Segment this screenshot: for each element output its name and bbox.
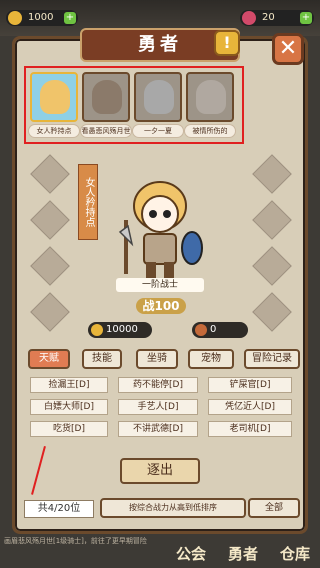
- hero-card-2[interactable]: [82, 72, 130, 122]
- hero-character: [118, 181, 203, 280]
- hero-other-value: 0: [210, 324, 217, 335]
- power-value: 100: [154, 299, 180, 313]
- hero-portrait: [196, 80, 226, 114]
- tab-pet[interactable]: 宠物: [188, 349, 234, 369]
- hero-portrait: [40, 80, 70, 114]
- hero-card-3[interactable]: [134, 72, 182, 122]
- nav-warehouse[interactable]: 仓库: [270, 540, 320, 568]
- coin-icon: [8, 11, 22, 25]
- skull-icon: [195, 324, 207, 336]
- gem-counter[interactable]: 20 +: [240, 10, 314, 26]
- hero-portrait: [144, 80, 174, 114]
- gold-value: 1000: [28, 12, 54, 23]
- tab-adventure-log[interactable]: 冒险记录: [244, 349, 300, 369]
- expel-button[interactable]: 逐出: [120, 458, 200, 484]
- news-ticker: 画眉悲风殇月世[1级骑士]，前往了更早期冒险: [4, 537, 147, 545]
- hero-name-label: 看愚悲风殇月世: [80, 124, 132, 138]
- hero-gold-stat: 10000: [88, 322, 152, 338]
- talent-item[interactable]: 吃货[D]: [30, 421, 108, 437]
- gold-counter[interactable]: 1000 +: [6, 10, 78, 26]
- talent-item[interactable]: 白嫖大师[D]: [30, 399, 108, 415]
- add-gem-button[interactable]: +: [300, 12, 312, 24]
- hero-portrait: [92, 80, 122, 114]
- talent-item[interactable]: 捡漏王[D]: [30, 377, 108, 393]
- hero-name-label: 被情所伤的: [184, 124, 236, 138]
- add-gold-button[interactable]: +: [64, 12, 76, 24]
- talent-item[interactable]: 药不能停[D]: [118, 377, 198, 393]
- hero-name-label: 女人矜持点: [28, 124, 80, 138]
- filter-button[interactable]: 全部: [248, 498, 300, 518]
- nav-guild[interactable]: 公会: [166, 540, 216, 568]
- help-button[interactable]: !: [214, 30, 240, 56]
- sort-button[interactable]: 按综合战力从高到低排序: [100, 498, 246, 518]
- tab-skill[interactable]: 技能: [82, 349, 122, 369]
- hero-power: 战100: [136, 298, 186, 314]
- tab-talent[interactable]: 天赋: [28, 349, 70, 369]
- hero-card-4[interactable]: [186, 72, 234, 122]
- close-button[interactable]: ✕: [272, 33, 304, 65]
- tab-mount[interactable]: 坐骑: [136, 349, 178, 369]
- talent-item[interactable]: 铲屎官[D]: [208, 377, 292, 393]
- gem-icon: [242, 11, 256, 25]
- power-label: 战: [142, 299, 155, 313]
- hero-rank-label: 一阶战士: [116, 278, 204, 292]
- hero-count: 共4/20位: [24, 500, 94, 518]
- gem-value: 20: [262, 12, 275, 23]
- hero-gold-value: 10000: [106, 324, 138, 335]
- talent-item[interactable]: 不讲武德[D]: [118, 421, 198, 437]
- talent-item[interactable]: 手艺人[D]: [118, 399, 198, 415]
- talent-item[interactable]: 凭亿近人[D]: [208, 399, 292, 415]
- hero-card-1[interactable]: [30, 72, 78, 122]
- talent-item[interactable]: 老司机[D]: [208, 421, 292, 437]
- coin-icon: [91, 324, 103, 336]
- hero-name-banner: 女人矜持点: [78, 164, 98, 240]
- hero-name-label: 一夕一夏: [132, 124, 184, 138]
- hero-other-stat: 0: [192, 322, 248, 338]
- nav-heroes[interactable]: 勇者: [218, 540, 268, 568]
